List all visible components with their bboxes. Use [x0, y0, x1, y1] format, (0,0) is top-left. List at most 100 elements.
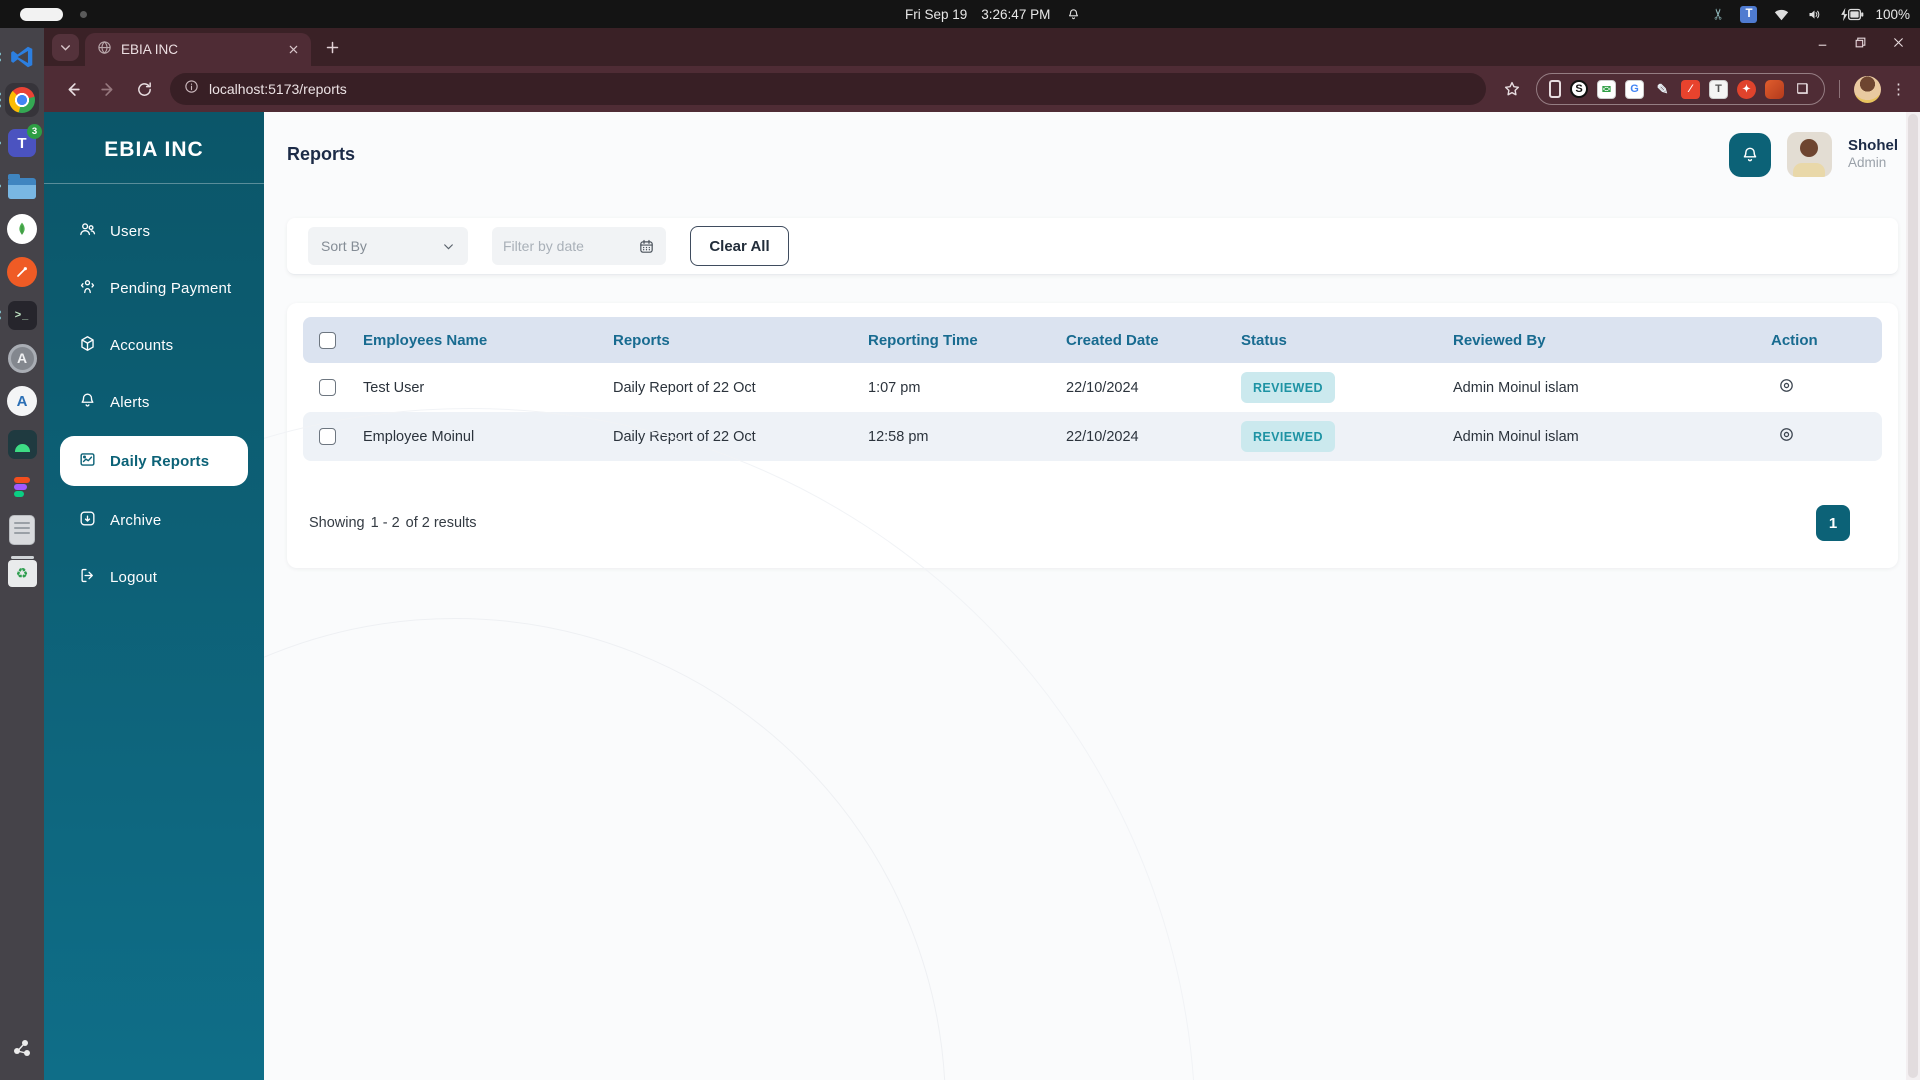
report-title: Daily Report of 22 Oct: [613, 379, 756, 396]
alerts-bell-icon: [78, 391, 97, 414]
reload-button[interactable]: [130, 75, 158, 103]
dock-item-files[interactable]: [0, 169, 39, 203]
back-button[interactable]: [58, 75, 86, 103]
extensions-puzzle-icon[interactable]: ❑: [1793, 80, 1812, 99]
dock-item-notes[interactable]: [5, 513, 39, 547]
tab-close-icon[interactable]: [283, 40, 303, 60]
col-employees-name: Employees Name: [363, 331, 488, 349]
speech-bubble-extension-icon[interactable]: S: [1570, 80, 1588, 98]
row-checkbox[interactable]: [318, 428, 336, 445]
status-badge: REVIEWED: [1241, 421, 1335, 452]
bookmark-star-icon[interactable]: [1498, 75, 1526, 103]
user-avatar[interactable]: [1786, 132, 1832, 177]
figma-icon: [14, 477, 30, 497]
sidebar-item-pending-payment[interactable]: Pending Payment: [44, 265, 264, 311]
reports-table-card: Employees Name Reports Reporting Time Cr…: [287, 303, 1898, 568]
window-minimize-button[interactable]: [1814, 34, 1830, 50]
sidebar-item-label: Daily Reports: [110, 452, 210, 470]
select-all-checkbox[interactable]: [318, 331, 336, 349]
browser-toolbar: localhost:5173/reports S ✉ G ✎ ⁄ T ✦ ❑ ⋮: [44, 66, 1920, 112]
dock-item-chrome[interactable]: [0, 83, 39, 117]
browser-menu-icon[interactable]: ⋮: [1891, 80, 1906, 98]
battery-percentage: 100%: [1875, 6, 1910, 22]
dock-item-vscode[interactable]: [0, 40, 39, 74]
clear-all-button[interactable]: Clear All: [690, 226, 789, 266]
sort-by-select[interactable]: Sort By: [308, 227, 468, 265]
notifications-button[interactable]: [1728, 132, 1771, 177]
url-bar[interactable]: localhost:5173/reports: [170, 73, 1486, 105]
sidebar-item-accounts[interactable]: Accounts: [44, 322, 264, 368]
browser-tab-active[interactable]: EBIA INC: [85, 33, 311, 66]
dock-item-app-a[interactable]: A: [5, 341, 39, 375]
red-extension-icon[interactable]: ⁄: [1681, 79, 1700, 99]
forward-button[interactable]: [94, 75, 122, 103]
sidebar-item-alerts[interactable]: Alerts: [44, 379, 264, 425]
dock-item-teams[interactable]: T 3: [0, 124, 42, 160]
system-tray[interactable]: ✂ T 100%: [1710, 0, 1910, 28]
employee-name: Test User: [363, 379, 425, 396]
sidebar-item-label: Alerts: [110, 393, 150, 411]
teams-icon: T 3: [8, 124, 42, 157]
activities-indicator[interactable]: [20, 8, 63, 21]
volume-icon: [1806, 7, 1823, 22]
file-manager-icon: [8, 173, 36, 199]
wifi-icon: [1773, 7, 1790, 21]
translate-extension-icon[interactable]: G: [1625, 79, 1644, 99]
table-row: Test User Daily Report of 22 Oct 1:07 pm…: [303, 363, 1882, 412]
show-apps-button[interactable]: [5, 1032, 39, 1066]
pen-extension-icon[interactable]: ✎: [1653, 80, 1672, 99]
table-row: Employee Moinul Daily Report of 22 Oct 1…: [303, 412, 1882, 461]
browser-tabstrip: EBIA INC: [44, 28, 1920, 66]
url-text: localhost:5173/reports: [209, 81, 347, 97]
chevron-down-icon: [444, 243, 453, 250]
main-content: Reports Shohel Admin Sort By Filter by d…: [264, 112, 1920, 1080]
dock-item-trash[interactable]: ♻: [5, 555, 39, 590]
sidebar-item-logout[interactable]: Logout: [44, 554, 264, 600]
row-checkbox[interactable]: [318, 379, 336, 396]
text-doc-extension-icon[interactable]: T: [1709, 79, 1728, 99]
screenshot-tool-icon: ✂: [1710, 7, 1728, 21]
dock-item-mongodb[interactable]: [5, 212, 39, 246]
sidebar-item-users[interactable]: Users: [44, 208, 264, 254]
sort-by-label: Sort By: [321, 238, 367, 254]
created-date: 22/10/2024: [1066, 428, 1139, 445]
mongodb-icon: [7, 214, 37, 244]
vscode-icon: [9, 44, 35, 70]
dock-item-android[interactable]: [5, 427, 39, 461]
fox-extension-icon[interactable]: [1765, 79, 1784, 99]
logout-icon: [78, 566, 97, 589]
dock-item-figma[interactable]: [5, 470, 39, 504]
mobile-view-extension-icon[interactable]: [1549, 80, 1561, 98]
col-reviewed-by: Reviewed By: [1453, 331, 1546, 349]
dock-item-terminal[interactable]: >_: [0, 298, 39, 332]
sidebar-item-label: Accounts: [110, 336, 174, 354]
sidebar-item-archive[interactable]: Archive: [44, 497, 264, 543]
browser-profile-avatar[interactable]: [1854, 75, 1881, 103]
new-tab-button[interactable]: [319, 34, 345, 60]
adblock-extension-icon[interactable]: ✦: [1737, 79, 1756, 99]
date-filter[interactable]: [492, 227, 666, 265]
site-info-icon[interactable]: [184, 79, 199, 99]
reviewed-by: Admin Moinul islam: [1453, 428, 1579, 445]
system-clock[interactable]: Fri Sep 19 3:26:47 PM: [905, 0, 1081, 28]
user-name: Shohel: [1847, 136, 1898, 154]
tab-globe-icon: [97, 40, 112, 60]
col-status: Status: [1241, 331, 1287, 349]
dock-item-postman[interactable]: [5, 255, 39, 289]
date-filter-input[interactable]: [503, 238, 638, 254]
page-scrollbar[interactable]: [1906, 112, 1920, 1080]
view-report-button[interactable]: [1777, 376, 1796, 395]
sidebar-item-daily-reports[interactable]: Daily Reports: [60, 436, 248, 486]
mail-extension-icon[interactable]: ✉: [1597, 79, 1616, 99]
teams-notification-badge: 3: [27, 124, 42, 139]
pagination-page-1[interactable]: 1: [1816, 505, 1850, 541]
window-restore-button[interactable]: [1852, 34, 1868, 50]
window-close-button[interactable]: [1890, 34, 1906, 50]
desktop-screen: Fri Sep 19 3:26:47 PM ✂ T 100% T 3 >_ A …: [0, 0, 1920, 1080]
extensions-bar: S ✉ G ✎ ⁄ T ✦ ❑: [1536, 73, 1825, 105]
tab-search-button[interactable]: [52, 34, 79, 61]
calendar-icon: [640, 239, 653, 253]
app-sidebar: EBIA INC Users Pending Payment Accounts …: [44, 112, 264, 1080]
dock-item-app-b[interactable]: A: [5, 384, 39, 418]
view-report-button[interactable]: [1777, 425, 1796, 444]
